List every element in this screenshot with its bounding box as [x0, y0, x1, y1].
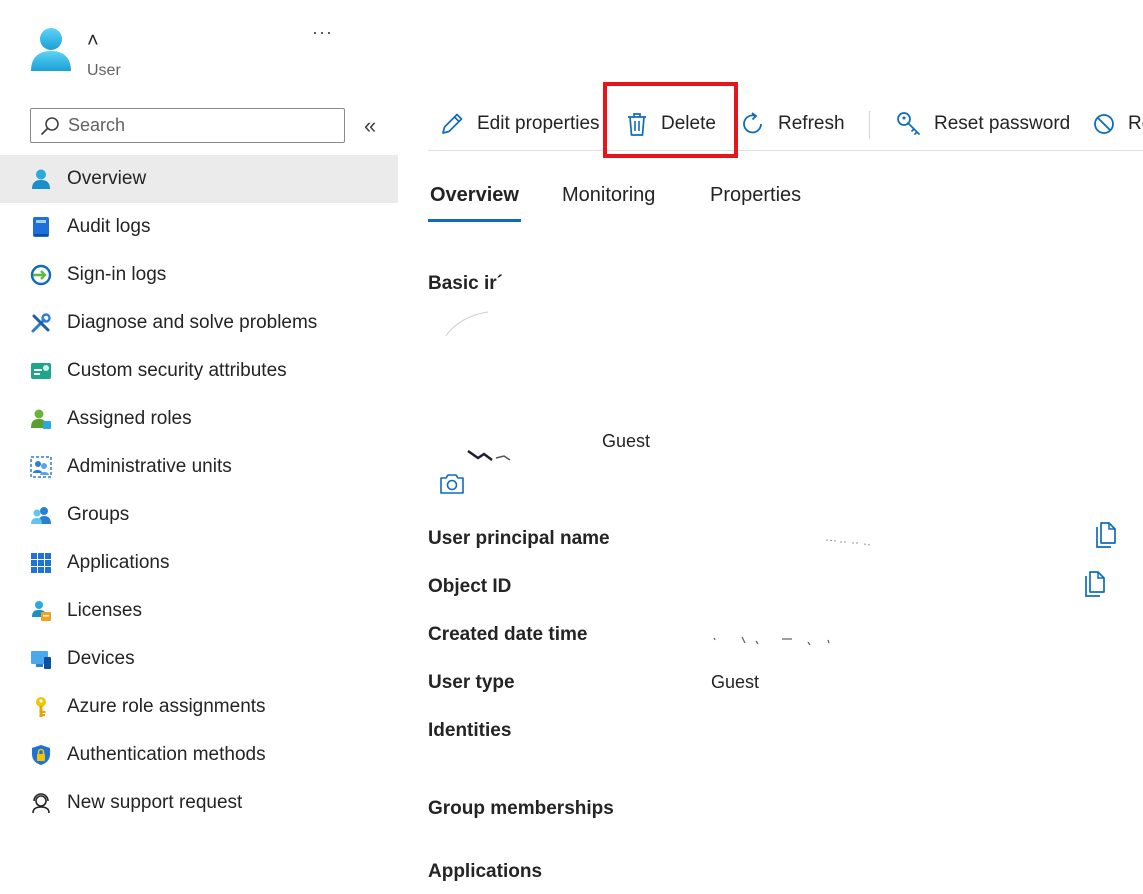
sign-in-icon: [30, 264, 52, 286]
sidebar-item-label: Applications: [67, 552, 170, 573]
refresh-icon: [743, 112, 762, 134]
security-attributes-icon: [30, 360, 52, 382]
applications-label: Applications: [428, 861, 543, 882]
camera-icon[interactable]: [438, 472, 466, 496]
key-icon: [30, 696, 52, 718]
sidebar-item-assigned-roles[interactable]: Assigned roles: [0, 395, 398, 443]
page-subtitle: User: [87, 62, 121, 79]
sidebar-item-label: Assigned roles: [67, 408, 192, 429]
sidebar-item-applications[interactable]: Applications: [0, 539, 398, 587]
revoke-sessions-label: Re: [1128, 113, 1143, 134]
sidebar-item-label: New support request: [67, 792, 243, 813]
shield-lock-icon: [30, 744, 52, 766]
created-date-time-label: Created date time: [428, 624, 588, 645]
sidebar-nav: Overview Audit logs Sign-in logs Diagnos…: [0, 155, 398, 827]
sidebar-item-devices[interactable]: Devices: [0, 635, 398, 683]
basic-info-heading: Basic ir´: [428, 273, 503, 294]
reset-password-label: Reset password: [934, 113, 1071, 134]
sidebar-item-sign-in-logs[interactable]: Sign-in logs: [0, 251, 398, 299]
pencil-icon: [442, 113, 463, 134]
sidebar-item-label: Devices: [67, 648, 135, 669]
sidebar-item-authentication-methods[interactable]: Authentication methods: [0, 731, 398, 779]
support-icon: [30, 792, 52, 814]
audit-log-icon: [30, 216, 52, 238]
refresh-label: Refresh: [778, 113, 845, 134]
sidebar-item-label: Groups: [67, 504, 130, 525]
active-tab-indicator: [428, 219, 521, 222]
tab-monitoring[interactable]: Monitoring: [562, 184, 655, 207]
user-display-name: ˄: [87, 30, 99, 52]
tab-properties[interactable]: Properties: [710, 184, 801, 207]
search-box[interactable]: [30, 108, 345, 143]
identities-label: Identities: [428, 720, 512, 741]
command-bar: Edit properties Delete Refresh Reset pas…: [428, 99, 1143, 151]
sidebar-item-label: Overview: [67, 168, 147, 189]
sidebar-item-label: Diagnose and solve problems: [67, 312, 318, 333]
toolbar-divider: [869, 111, 870, 139]
user-type-value: Guest: [711, 672, 760, 692]
sidebar-item-new-support-request[interactable]: New support request: [0, 779, 398, 827]
profile-photo: [445, 311, 511, 461]
user-icon: [30, 168, 52, 190]
object-id-label: Object ID: [428, 576, 512, 597]
sidebar-item-audit-logs[interactable]: Audit logs: [0, 203, 398, 251]
assigned-roles-icon: [30, 408, 52, 430]
devices-icon: [30, 648, 52, 670]
applications-grid-icon: [30, 552, 52, 574]
edit-properties-label: Edit properties: [477, 113, 600, 134]
groups-icon: [30, 504, 52, 526]
reset-password-button[interactable]: Reset password: [896, 99, 1070, 149]
licenses-icon: [30, 600, 52, 622]
collapse-sidebar-icon[interactable]: «: [364, 113, 376, 139]
sidebar-item-administrative-units[interactable]: Administrative units: [0, 443, 398, 491]
key-icon: [897, 112, 920, 135]
sidebar-item-azure-role-assignments[interactable]: Azure role assignments: [0, 683, 398, 731]
sidebar-item-custom-security-attributes[interactable]: Custom security attributes: [0, 347, 398, 395]
more-options-button[interactable]: ···: [312, 22, 333, 43]
sidebar-item-label: Licenses: [67, 600, 142, 621]
sidebar-item-licenses[interactable]: Licenses: [0, 587, 398, 635]
sidebar-item-label: Sign-in logs: [67, 264, 167, 285]
user-principal-name-label: User principal name: [428, 528, 610, 549]
sidebar-item-label: Authentication methods: [67, 744, 266, 765]
redacted-upn-marks: [826, 539, 871, 546]
user-type-tag: Guest: [602, 431, 651, 451]
tab-overview[interactable]: Overview: [430, 184, 519, 207]
copy-upn-icon[interactable]: [1094, 522, 1118, 550]
redacted-date-marks: [713, 636, 830, 646]
sidebar-item-diagnose[interactable]: Diagnose and solve problems: [0, 299, 398, 347]
delete-highlight-box: [603, 82, 738, 158]
sidebar-item-label: Custom security attributes: [67, 360, 287, 381]
refresh-button[interactable]: Refresh: [740, 99, 845, 149]
group-memberships-label: Group memberships: [428, 798, 614, 819]
user-avatar-icon: [31, 28, 71, 71]
sidebar-item-groups[interactable]: Groups: [0, 491, 398, 539]
admin-units-icon: [30, 456, 52, 478]
revoke-sessions-button[interactable]: Re: [1092, 99, 1143, 149]
edit-properties-button[interactable]: Edit properties: [439, 99, 600, 149]
copy-object-id-icon[interactable]: [1083, 571, 1107, 599]
wrench-icon: [30, 312, 52, 334]
search-input[interactable]: [68, 115, 328, 136]
block-icon: [1094, 114, 1114, 134]
sidebar-item-label: Azure role assignments: [67, 696, 266, 717]
sidebar-item-overview[interactable]: Overview: [0, 155, 398, 203]
sidebar-item-label: Audit logs: [67, 216, 151, 237]
sidebar-item-label: Administrative units: [67, 456, 232, 477]
search-icon: [41, 116, 59, 135]
user-type-label: User type: [428, 672, 515, 693]
